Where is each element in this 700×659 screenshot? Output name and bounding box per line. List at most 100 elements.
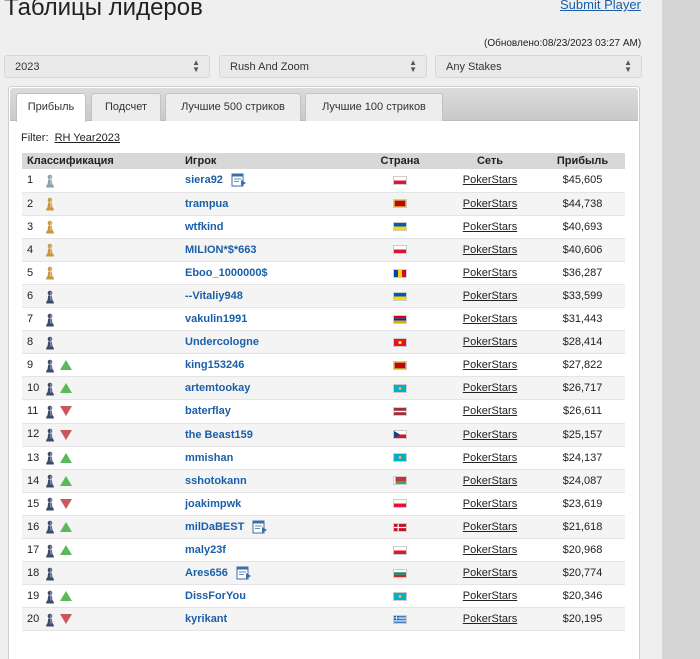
tab-count[interactable]: Подсчет — [91, 93, 161, 121]
player-cell: maly23f — [180, 538, 360, 563]
player-name-link[interactable]: kyrikant — [185, 613, 227, 625]
country-flag-icon — [393, 568, 407, 578]
player-name-link[interactable]: Undercologne — [185, 336, 259, 348]
trend-up-icon — [60, 475, 72, 486]
header-network[interactable]: Сеть — [440, 153, 540, 169]
rank-number: 19 — [27, 590, 40, 603]
network-link[interactable]: PokerStars — [463, 498, 517, 510]
network-link[interactable]: PokerStars — [463, 174, 517, 186]
player-name-link[interactable]: siera92 — [185, 174, 223, 186]
stakes-select-value: Any Stakes — [446, 61, 502, 73]
stakes-select[interactable]: Any Stakes ▲ ▼ — [435, 55, 642, 78]
player-name-link[interactable]: the Beast159 — [185, 429, 253, 441]
player-name-link[interactable]: Eboo_1000000$ — [185, 267, 268, 279]
player-cell: mmishan — [180, 446, 360, 470]
year-select[interactable]: 2023 ▲ ▼ — [4, 55, 210, 78]
rank-number: 5 — [27, 266, 34, 279]
profit-cell: $28,414 — [540, 330, 625, 355]
network-link[interactable]: PokerStars — [463, 405, 517, 417]
rank-pawn-icon — [45, 520, 55, 534]
network-link[interactable]: PokerStars — [463, 590, 517, 602]
filter-value-link[interactable]: RH Year2023 — [55, 132, 120, 144]
rank-pawn-icon — [45, 405, 55, 419]
header-profit[interactable]: Прибыль — [540, 153, 625, 169]
player-name-link[interactable]: trampua — [185, 198, 228, 210]
rank-pawn-icon — [45, 613, 55, 627]
network-link[interactable]: PokerStars — [463, 613, 517, 625]
leaderboard-table: Классификация Игрок Страна Сеть Прибыль … — [22, 153, 625, 632]
player-notes-icon[interactable] — [231, 173, 247, 187]
tab-profit[interactable]: Прибыль — [16, 93, 86, 122]
network-cell: PokerStars — [440, 353, 540, 378]
rank-pawn-icon — [45, 382, 55, 396]
network-link[interactable]: PokerStars — [463, 521, 517, 533]
network-link[interactable]: PokerStars — [463, 336, 517, 348]
header-country[interactable]: Страна — [360, 153, 440, 169]
player-name-link[interactable]: baterflay — [185, 405, 231, 417]
player-name-link[interactable]: MILION*$*663 — [185, 244, 257, 256]
player-name-link[interactable]: king153246 — [185, 359, 244, 371]
network-link[interactable]: PokerStars — [463, 313, 517, 325]
player-name-link[interactable]: milDaBEST — [185, 521, 244, 533]
player-name-link[interactable]: vakulin1991 — [185, 313, 247, 325]
network-link[interactable]: PokerStars — [463, 452, 517, 464]
network-link[interactable]: PokerStars — [463, 382, 517, 394]
updated-timestamp: (Обновлено:08/23/2023 03:27 AM) — [484, 38, 642, 49]
network-link[interactable]: PokerStars — [463, 429, 517, 441]
profit-cell: $36,287 — [540, 261, 625, 285]
header-player[interactable]: Игрок — [180, 153, 360, 169]
country-flag-icon — [393, 360, 407, 370]
player-name-link[interactable]: joakimpwk — [185, 498, 241, 510]
network-link[interactable]: PokerStars — [463, 290, 517, 302]
game-select[interactable]: Rush And Zoom ▲ ▼ — [219, 55, 427, 78]
player-notes-icon[interactable] — [252, 520, 268, 534]
player-name-link[interactable]: DissForYou — [185, 590, 246, 602]
rank-pawn-icon — [45, 359, 55, 373]
network-cell: PokerStars — [440, 584, 540, 609]
select-arrows-icon: ▲ ▼ — [192, 58, 200, 74]
network-link[interactable]: PokerStars — [463, 267, 517, 279]
player-name-link[interactable]: mmishan — [185, 452, 233, 464]
right-sidebar-strip — [662, 0, 700, 659]
network-link[interactable]: PokerStars — [463, 244, 517, 256]
network-link[interactable]: PokerStars — [463, 359, 517, 371]
country-flag-icon — [393, 407, 407, 417]
network-link[interactable]: PokerStars — [463, 567, 517, 579]
player-name-link[interactable]: wtfkind — [185, 221, 224, 233]
network-link[interactable]: PokerStars — [463, 221, 517, 233]
player-cell: artemtookay — [180, 376, 360, 401]
player-name-link[interactable]: sshotokann — [185, 475, 247, 487]
rank-cell: 2 — [22, 192, 180, 216]
network-link[interactable]: PokerStars — [463, 475, 517, 487]
network-link[interactable]: PokerStars — [463, 198, 517, 210]
country-cell — [360, 538, 440, 563]
header-rank[interactable]: Классификация — [22, 153, 180, 169]
rank-number: 15 — [27, 497, 40, 510]
table-row: 17 maly23f PokerStars $20,968 — [22, 538, 625, 563]
rank-cell: 10 — [22, 376, 180, 401]
rank-pawn-icon — [45, 474, 55, 488]
player-name-link[interactable]: artemtookay — [185, 382, 250, 394]
submit-player-link[interactable]: Submit Player — [560, 0, 641, 12]
country-flag-icon — [393, 314, 407, 324]
country-cell — [360, 561, 440, 586]
network-link[interactable]: PokerStars — [463, 544, 517, 556]
rank-pawn-icon — [45, 243, 55, 257]
rank-pawn-icon — [45, 197, 55, 211]
country-flag-icon — [393, 291, 407, 301]
rank-number: 16 — [27, 520, 40, 533]
rank-cell: 7 — [22, 307, 180, 332]
player-name-link[interactable]: maly23f — [185, 544, 226, 556]
player-notes-icon[interactable] — [236, 566, 252, 580]
network-cell: PokerStars — [440, 446, 540, 470]
player-name-link[interactable]: --Vitaliy948 — [185, 290, 243, 302]
rank-cell: 17 — [22, 538, 180, 563]
tab-top500-streaks[interactable]: Лучшие 500 стриков — [165, 93, 301, 121]
rank-cell: 5 — [22, 261, 180, 285]
player-name-link[interactable]: Ares656 — [185, 567, 228, 579]
tab-top100-streaks[interactable]: Лучшие 100 стриков — [305, 93, 443, 121]
country-flag-icon — [393, 337, 407, 347]
country-cell — [360, 238, 440, 262]
table-row: 2 trampua PokerStars $44,738 — [22, 192, 625, 216]
rank-number: 9 — [27, 359, 34, 372]
